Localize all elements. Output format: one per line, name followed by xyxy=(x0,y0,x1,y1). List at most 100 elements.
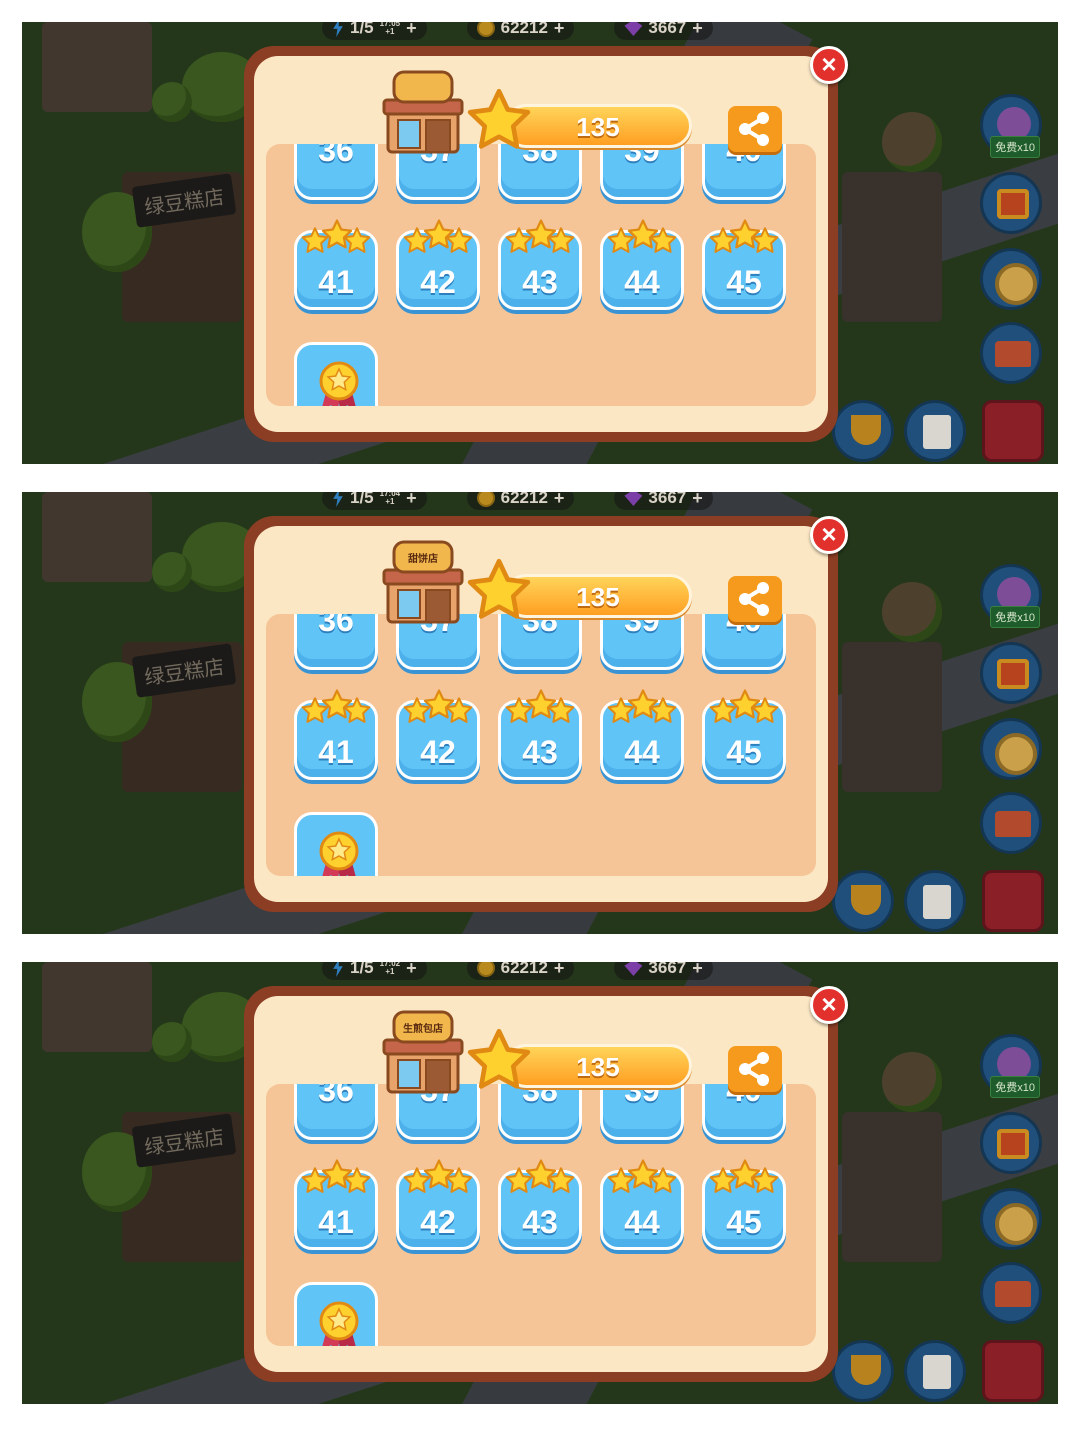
level-select-popup: 36 37 38 39 40 41 42 43 44 45 生煎包店 135 × xyxy=(244,986,848,1382)
share-button[interactable] xyxy=(728,576,782,622)
level-stars xyxy=(402,1158,474,1198)
level-tile[interactable]: 41 xyxy=(294,1159,378,1250)
gift-icon[interactable] xyxy=(980,642,1042,704)
total-stars-value: 135 xyxy=(576,582,620,612)
level-tile[interactable]: 36 xyxy=(294,144,378,200)
energy-pill[interactable]: 1/5 17:04 +1 + xyxy=(322,492,427,510)
timer-icon[interactable] xyxy=(980,718,1042,780)
level-number: 45 xyxy=(726,734,762,770)
coins-pill[interactable]: 62212 + xyxy=(466,962,575,980)
level-grid: 36 37 38 39 40 41 42 43 44 45 xyxy=(266,1084,816,1346)
add-energy-icon[interactable]: + xyxy=(406,22,417,39)
shop-icon[interactable] xyxy=(980,792,1042,854)
reward-medal-tile[interactable] xyxy=(294,812,378,876)
add-coins-icon[interactable]: + xyxy=(554,962,565,979)
free-offer-tag: 免费x10 xyxy=(990,136,1040,158)
shop-icon[interactable] xyxy=(980,322,1042,384)
level-stars xyxy=(504,688,576,728)
energy-value: 1/5 xyxy=(350,962,374,977)
level-tile[interactable]: 45 xyxy=(702,1159,786,1250)
gems-pill[interactable]: 3667 + xyxy=(614,492,713,510)
level-stars xyxy=(402,688,474,728)
energy-pill[interactable]: 1/5 17:05 +1 + xyxy=(322,22,427,40)
tasks-icon[interactable] xyxy=(904,400,966,462)
energy-icon xyxy=(333,962,343,977)
gems-value: 3667 xyxy=(648,22,687,37)
timer-icon[interactable] xyxy=(980,248,1042,310)
gem-icon xyxy=(624,22,643,36)
share-button[interactable] xyxy=(728,1046,782,1092)
recipe-book-icon[interactable] xyxy=(982,400,1044,462)
level-tile[interactable]: 42 xyxy=(396,1159,480,1250)
trophy-icon[interactable] xyxy=(832,400,894,462)
level-tile[interactable]: 44 xyxy=(600,1159,684,1250)
add-coins-icon[interactable]: + xyxy=(554,22,565,39)
medal-icon xyxy=(319,361,359,406)
tasks-icon[interactable] xyxy=(904,870,966,932)
level-tile[interactable]: 42 xyxy=(396,219,480,310)
close-button[interactable]: × xyxy=(810,516,848,554)
gem-icon xyxy=(624,492,643,506)
building-sign: 生煎包店 xyxy=(403,1024,443,1035)
gift-icon[interactable] xyxy=(980,1112,1042,1174)
bakery-shop-icon: 生煎包店 xyxy=(380,1004,466,1100)
level-tile[interactable]: 40 xyxy=(702,1084,786,1140)
level-tile[interactable]: 36 xyxy=(294,614,378,670)
energy-value: 1/5 xyxy=(350,22,374,37)
reward-medal-tile[interactable] xyxy=(294,1282,378,1346)
trophy-icon[interactable] xyxy=(832,1340,894,1402)
recipe-book-icon[interactable] xyxy=(982,870,1044,932)
level-stars xyxy=(402,218,474,258)
add-gems-icon[interactable]: + xyxy=(692,22,703,39)
level-tile[interactable]: 39 xyxy=(600,144,684,200)
level-tile[interactable]: 44 xyxy=(600,689,684,780)
energy-icon xyxy=(333,492,343,507)
close-button[interactable]: × xyxy=(810,46,848,84)
level-tile[interactable]: 36 xyxy=(294,1084,378,1140)
star-icon xyxy=(464,556,534,626)
share-button[interactable] xyxy=(728,106,782,152)
level-select-popup: 36 37 38 39 40 41 42 43 44 45 甜饼店 135 × xyxy=(244,516,848,912)
level-tile[interactable]: 45 xyxy=(702,689,786,780)
level-tile[interactable]: 43 xyxy=(498,689,582,780)
level-tile[interactable]: 43 xyxy=(498,1159,582,1250)
timer-icon[interactable] xyxy=(980,1188,1042,1250)
level-tile[interactable]: 40 xyxy=(702,614,786,670)
gems-pill[interactable]: 3667 + xyxy=(614,962,713,980)
level-tile[interactable]: 44 xyxy=(600,219,684,310)
currency-bar: 1/5 17:04 +1 +62212 +3667 + xyxy=(322,492,713,512)
level-tile[interactable]: 41 xyxy=(294,219,378,310)
level-tile[interactable]: 45 xyxy=(702,219,786,310)
shop-icon[interactable] xyxy=(980,1262,1042,1324)
trophy-icon[interactable] xyxy=(832,870,894,932)
gems-pill[interactable]: 3667 + xyxy=(614,22,713,40)
add-gems-icon[interactable]: + xyxy=(692,492,703,509)
level-tile[interactable]: 42 xyxy=(396,689,480,780)
reward-medal-tile[interactable] xyxy=(294,342,378,406)
level-tile[interactable]: 43 xyxy=(498,219,582,310)
level-tile[interactable]: 40 xyxy=(702,144,786,200)
medal-icon xyxy=(319,831,359,876)
energy-pill[interactable]: 1/5 17:02 +1 + xyxy=(322,962,427,980)
level-tile[interactable]: 39 xyxy=(600,614,684,670)
tasks-icon[interactable] xyxy=(904,1340,966,1402)
level-tile[interactable]: 41 xyxy=(294,689,378,780)
add-energy-icon[interactable]: + xyxy=(406,962,417,979)
gem-icon xyxy=(624,962,643,976)
coins-pill[interactable]: 62212 + xyxy=(466,492,575,510)
coins-pill[interactable]: 62212 + xyxy=(466,22,575,40)
star-icon xyxy=(464,86,534,156)
add-energy-icon[interactable]: + xyxy=(406,492,417,509)
level-tile[interactable]: 39 xyxy=(600,1084,684,1140)
level-stars xyxy=(300,1158,372,1198)
energy-increment: +1 xyxy=(385,497,395,506)
recipe-book-icon[interactable] xyxy=(982,1340,1044,1402)
star-icon xyxy=(464,1026,534,1096)
gift-icon[interactable] xyxy=(980,172,1042,234)
close-button[interactable]: × xyxy=(810,986,848,1024)
close-x-icon: × xyxy=(821,49,837,79)
share-icon xyxy=(739,582,769,616)
add-gems-icon[interactable]: + xyxy=(692,962,703,979)
add-coins-icon[interactable]: + xyxy=(554,492,565,509)
level-stars xyxy=(300,218,372,258)
